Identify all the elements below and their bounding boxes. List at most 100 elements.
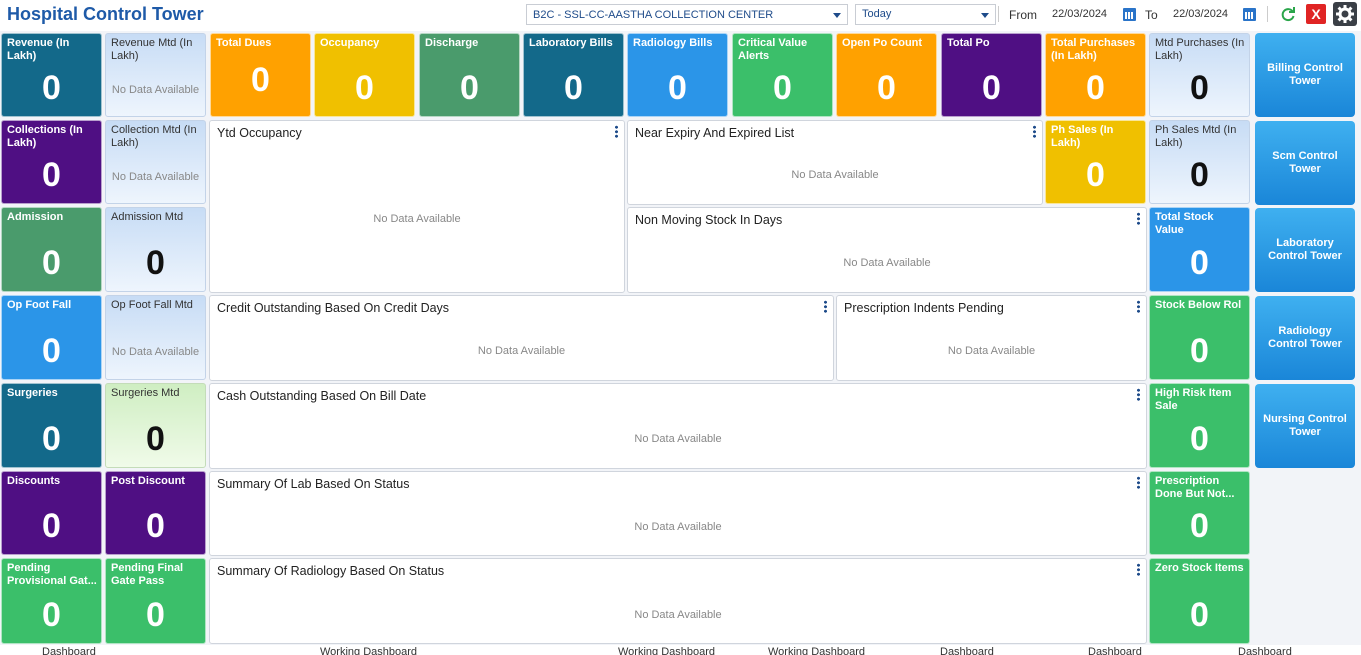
revenue-tile[interactable]: Revenue (In Lakh) 0 bbox=[1, 33, 102, 117]
tile-value: 0 bbox=[773, 69, 792, 107]
footer-tab[interactable]: Dashboard bbox=[1088, 646, 1142, 655]
calendar-icon[interactable] bbox=[1123, 8, 1136, 21]
laboratory-bills-tile[interactable]: Laboratory Bills 0 bbox=[523, 33, 624, 117]
tile-label: Collections (In Lakh) bbox=[7, 124, 83, 149]
center-select[interactable]: B2C - SSL-CC-AASTHA COLLECTION CENTER bbox=[526, 4, 848, 25]
settings-button[interactable] bbox=[1333, 2, 1357, 26]
no-data-text: No Data Available bbox=[634, 609, 722, 621]
footer-tab[interactable]: Working Dashboard bbox=[768, 646, 865, 655]
footer-tab[interactable]: Working Dashboard bbox=[320, 646, 417, 655]
zero-stock-items-tile[interactable]: Zero Stock Items 0 bbox=[1149, 558, 1250, 644]
prescription-done-tile[interactable]: Prescription Done But Not... 0 bbox=[1149, 471, 1250, 555]
high-risk-item-sale-tile[interactable]: High Risk Item Sale 0 bbox=[1149, 383, 1250, 468]
tile-label: Total Purchases (In Lakh) bbox=[1051, 37, 1136, 62]
tile-value: 0 bbox=[251, 61, 270, 99]
tile-label: Surgeries Mtd bbox=[111, 387, 180, 399]
surgeries-mtd-tile[interactable]: Surgeries Mtd 0 bbox=[105, 383, 206, 468]
revenue-mtd-tile[interactable]: Revenue Mtd (In Lakh) No Data Available bbox=[105, 33, 206, 117]
more-vertical-icon[interactable] bbox=[824, 300, 827, 313]
mtd-purchases-tile[interactable]: Mtd Purchases (In Lakh) 0 bbox=[1149, 33, 1250, 117]
footer-tab[interactable]: Dashboard bbox=[42, 646, 96, 655]
pending-final-gate-pass-tile[interactable]: Pending Final Gate Pass 0 bbox=[105, 558, 206, 644]
stock-below-rol-tile[interactable]: Stock Below Rol 0 bbox=[1149, 295, 1250, 380]
more-vertical-icon[interactable] bbox=[1137, 388, 1140, 401]
panel-title: Summary Of Radiology Based On Status bbox=[217, 564, 445, 578]
panel-title: Cash Outstanding Based On Bill Date bbox=[217, 389, 427, 403]
no-data-text: No Data Available bbox=[947, 345, 1036, 357]
critical-value-alerts-tile[interactable]: Critical Value Alerts 0 bbox=[732, 33, 833, 117]
tile-value: 0 bbox=[1190, 507, 1209, 545]
admission-tile[interactable]: Admission 0 bbox=[1, 207, 102, 292]
no-data-text: No Data Available bbox=[111, 346, 200, 358]
period-select[interactable]: Today bbox=[855, 4, 996, 25]
scm-control-tower-button[interactable]: Scm Control Tower bbox=[1255, 121, 1355, 205]
total-po-tile[interactable]: Total Po 0 bbox=[941, 33, 1042, 117]
billing-control-tower-button[interactable]: Billing Control Tower bbox=[1255, 33, 1355, 117]
tile-value: 0 bbox=[982, 69, 1001, 107]
no-data-text: No Data Available bbox=[634, 433, 722, 445]
radiology-control-tower-button[interactable]: Radiology Control Tower bbox=[1255, 296, 1355, 380]
panel-title: Near Expiry And Expired List bbox=[635, 126, 795, 140]
laboratory-control-tower-button[interactable]: Laboratory Control Tower bbox=[1255, 208, 1355, 292]
to-label: To bbox=[1145, 8, 1158, 22]
more-vertical-icon[interactable] bbox=[1137, 300, 1140, 313]
tile-label: Collection Mtd (In Lakh) bbox=[111, 124, 197, 149]
surgeries-tile[interactable]: Surgeries 0 bbox=[1, 383, 102, 468]
total-dues-tile[interactable]: Total Dues 0 bbox=[210, 33, 311, 117]
discounts-tile[interactable]: Discounts 0 bbox=[1, 471, 102, 555]
tile-value: 0 bbox=[1086, 69, 1105, 107]
tile-label: Total Dues bbox=[216, 37, 272, 49]
calendar-icon[interactable] bbox=[1243, 8, 1256, 21]
to-date-input[interactable]: 22/03/2024 bbox=[1173, 8, 1228, 20]
more-vertical-icon[interactable] bbox=[1137, 476, 1140, 489]
collection-mtd-tile[interactable]: Collection Mtd (In Lakh) No Data Availab… bbox=[105, 120, 206, 204]
tile-label: Prescription Done But Not... bbox=[1155, 475, 1235, 500]
tile-label: Op Foot Fall bbox=[7, 299, 72, 311]
no-data-text: No Data Available bbox=[843, 257, 931, 269]
panel-title: Non Moving Stock In Days bbox=[635, 213, 783, 227]
footer-tab[interactable]: Dashboard bbox=[940, 646, 994, 655]
tile-value: 0 bbox=[564, 69, 583, 107]
more-vertical-icon[interactable] bbox=[1137, 212, 1140, 225]
tile-value: 0 bbox=[146, 244, 165, 282]
close-button[interactable]: X bbox=[1306, 4, 1326, 24]
more-vertical-icon[interactable] bbox=[1137, 563, 1140, 576]
occupancy-tile[interactable]: Occupancy 0 bbox=[314, 33, 415, 117]
refresh-button[interactable] bbox=[1278, 4, 1298, 24]
nursing-control-tower-button[interactable]: Nursing Control Tower bbox=[1255, 384, 1355, 468]
collections-tile[interactable]: Collections (In Lakh) 0 bbox=[1, 120, 102, 204]
tile-label: Revenue Mtd (In Lakh) bbox=[111, 37, 193, 62]
tile-label: Ph Sales Mtd (In Lakh) bbox=[1155, 124, 1237, 149]
pending-provisional-gate-tile[interactable]: Pending Provisional Gat... 0 bbox=[1, 558, 102, 644]
more-vertical-icon[interactable] bbox=[1033, 125, 1036, 138]
no-data-text: No Data Available bbox=[111, 171, 200, 183]
discharge-tile[interactable]: Discharge 0 bbox=[419, 33, 520, 117]
total-purchases-tile[interactable]: Total Purchases (In Lakh) 0 bbox=[1045, 33, 1146, 117]
tile-value: 0 bbox=[146, 420, 165, 458]
post-discount-tile[interactable]: Post Discount 0 bbox=[105, 471, 206, 555]
tile-label: Surgeries bbox=[7, 387, 58, 399]
tile-label: Admission Mtd bbox=[111, 211, 184, 223]
tile-value: 0 bbox=[146, 596, 165, 634]
tile-value: 0 bbox=[668, 69, 687, 107]
open-po-count-tile[interactable]: Open Po Count 0 bbox=[836, 33, 937, 117]
radiology-bills-tile[interactable]: Radiology Bills 0 bbox=[627, 33, 728, 117]
footer-tab[interactable]: Working Dashboard bbox=[618, 646, 715, 655]
ph-sales-tile[interactable]: Ph Sales (In Lakh) 0 bbox=[1045, 120, 1146, 204]
divider bbox=[998, 6, 999, 22]
non-moving-stock-panel: Non Moving Stock In Days No Data Availab… bbox=[627, 207, 1147, 293]
tile-label: Total Stock Value bbox=[1155, 211, 1214, 236]
footer-tab[interactable]: Dashboard bbox=[1238, 646, 1292, 655]
op-foot-fall-mtd-tile[interactable]: Op Foot Fall Mtd No Data Available bbox=[105, 295, 206, 380]
op-foot-fall-tile[interactable]: Op Foot Fall 0 bbox=[1, 295, 102, 380]
from-date-input[interactable]: 22/03/2024 bbox=[1052, 8, 1107, 20]
admission-mtd-tile[interactable]: Admission Mtd 0 bbox=[105, 207, 206, 292]
chevron-down-icon bbox=[833, 13, 841, 18]
divider bbox=[1267, 6, 1268, 22]
more-vertical-icon[interactable] bbox=[615, 125, 618, 138]
ph-sales-mtd-tile[interactable]: Ph Sales Mtd (In Lakh) 0 bbox=[1149, 120, 1250, 204]
total-stock-value-tile[interactable]: Total Stock Value 0 bbox=[1149, 207, 1250, 292]
panel-title: Credit Outstanding Based On Credit Days bbox=[217, 301, 450, 315]
tile-value: 0 bbox=[355, 69, 374, 107]
panel-title: Ytd Occupancy bbox=[217, 126, 302, 140]
